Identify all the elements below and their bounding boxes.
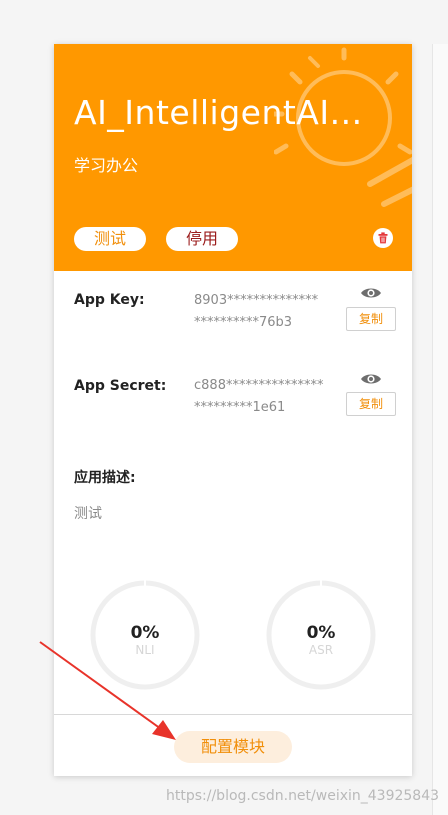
trash-icon[interactable] bbox=[373, 228, 393, 248]
disable-button[interactable]: 停用 bbox=[166, 227, 238, 251]
nli-gauge: 0% NLI bbox=[90, 580, 200, 690]
eye-icon[interactable] bbox=[360, 286, 382, 300]
app-card-header: AI_IntelligentAI... 学习办公 测试 停用 bbox=[54, 44, 412, 271]
app-secret-label: App Secret: bbox=[74, 378, 167, 394]
app-key-label: App Key: bbox=[74, 292, 145, 308]
app-card: AI_IntelligentAI... 学习办公 测试 停用 App Key: … bbox=[54, 44, 412, 776]
nli-value: 0% bbox=[130, 623, 160, 643]
app-category: 学习办公 bbox=[74, 156, 139, 175]
config-module-button[interactable]: 配置模块 bbox=[174, 731, 292, 763]
app-key-value: 8903************************76b3 bbox=[194, 293, 319, 330]
description-text: 测试 bbox=[74, 506, 102, 522]
app-secret-value: c888************************1e61 bbox=[194, 378, 324, 415]
page: AI_IntelligentAI... 学习办公 测试 停用 App Key: … bbox=[0, 0, 448, 815]
app-name: AI_IntelligentAI... bbox=[74, 93, 363, 132]
sun-decoration-icon bbox=[274, 47, 412, 207]
watermark: https://blog.csdn.net/weixin_43925843 bbox=[166, 788, 440, 804]
nli-label: NLI bbox=[135, 643, 155, 657]
copy-app-key-button[interactable]: 复制 bbox=[346, 307, 396, 331]
description-title: 应用描述: bbox=[74, 470, 136, 486]
asr-label: ASR bbox=[308, 643, 334, 657]
test-button[interactable]: 测试 bbox=[74, 227, 146, 251]
eye-icon[interactable] bbox=[360, 372, 382, 386]
asr-value: 0% bbox=[306, 623, 336, 643]
copy-app-secret-button[interactable]: 复制 bbox=[346, 392, 396, 416]
card-divider bbox=[54, 714, 412, 715]
asr-gauge: 0% ASR bbox=[266, 580, 376, 690]
next-card-edge bbox=[432, 44, 448, 815]
